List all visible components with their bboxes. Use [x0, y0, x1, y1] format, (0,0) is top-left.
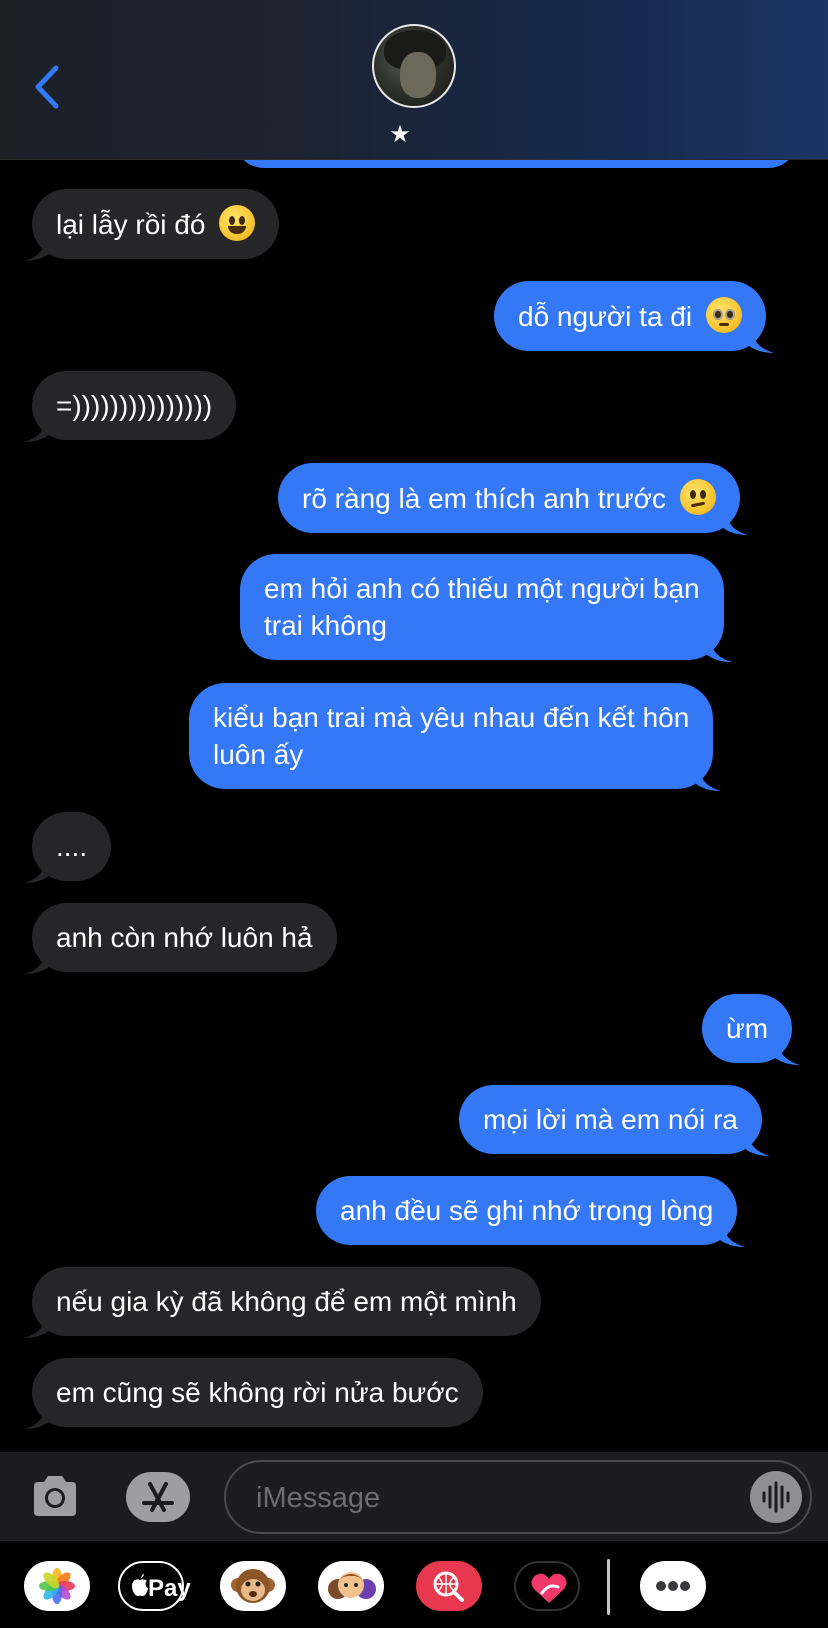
- photos-icon: [39, 1568, 75, 1604]
- avatar-face: [400, 52, 436, 98]
- more-apps-button[interactable]: [640, 1561, 706, 1611]
- bubble-tail: [24, 948, 54, 974]
- bubble-tail: [739, 1130, 770, 1156]
- message-text: mọi lời mà em nói ra: [483, 1104, 738, 1135]
- incoming-message-bubble[interactable]: =))))))))))))))): [24, 371, 237, 442]
- outgoing-message-bubble[interactable]: mọi lời mà em nói ra: [459, 1085, 770, 1156]
- conversation-header: ★: [0, 0, 828, 160]
- bubble-tail: [715, 1221, 746, 1247]
- outgoing-message-bubble[interactable]: anh đều sẽ ghi nhớ trong lòng: [316, 1176, 746, 1247]
- audio-waveform-icon: [762, 1481, 790, 1513]
- message-input[interactable]: iMessage: [224, 1460, 812, 1534]
- bubble-tail: [24, 1403, 54, 1429]
- bubble-tail: [717, 509, 748, 535]
- message-text-line: trai không: [264, 610, 387, 641]
- message-text-line: luôn ấy: [213, 739, 304, 770]
- contact-name[interactable]: ★: [389, 120, 411, 149]
- memoji-stickers-icon: [328, 1572, 376, 1599]
- message-text: ....: [56, 831, 88, 862]
- message-text-line: kiểu bạn trai mà yêu nhau đến kết hôn: [213, 702, 690, 733]
- bubble-tail: [24, 416, 54, 442]
- app-store-icon: [142, 1482, 174, 1512]
- outgoing-message-bubble[interactable]: em hỏi anh có thiếu một người bạn trai k…: [240, 554, 732, 662]
- app-store-button[interactable]: [126, 1472, 190, 1522]
- pleading-face-icon: [705, 297, 742, 333]
- bubble-tail: [770, 1039, 801, 1065]
- app-drawer: Pay: [0, 1540, 828, 1628]
- incoming-message-bubble[interactable]: nếu gia kỳ đã không để em một mình: [24, 1267, 541, 1338]
- grinning-face-icon: [219, 205, 256, 241]
- apple-pay-button[interactable]: Pay: [118, 1561, 191, 1611]
- camera-icon: [34, 1476, 76, 1516]
- digital-touch-heart-icon: [531, 1573, 567, 1603]
- app-drawer-divider: [607, 1559, 610, 1615]
- digital-touch-button[interactable]: [514, 1561, 580, 1611]
- apple-pay-label: Pay: [148, 1575, 191, 1602]
- camera-button[interactable]: [30, 1474, 80, 1518]
- images-search-button[interactable]: [416, 1561, 482, 1611]
- monkey-animoji-icon: [231, 1569, 275, 1603]
- bubble-tail: [701, 636, 732, 662]
- message-text: dỗ người ta đi: [518, 301, 693, 332]
- message-text: anh đều sẽ ghi nhớ trong lòng: [340, 1195, 714, 1226]
- message-text: ừm: [726, 1013, 769, 1044]
- contact-avatar[interactable]: [372, 24, 456, 108]
- message-text: anh còn nhớ luôn hả: [56, 922, 313, 953]
- outgoing-message-bubble[interactable]: rõ ràng là em thích anh trước: [278, 463, 748, 535]
- message-text-line: em hỏi anh có thiếu một người bạn: [264, 573, 700, 604]
- incoming-message-bubble[interactable]: lại lẫy rồi đó: [24, 189, 280, 261]
- bubble-tail: [743, 327, 774, 353]
- message-list[interactable]: lại lẫy rồi đó dỗ người ta đi =)))))))))…: [0, 0, 828, 1452]
- audio-message-button[interactable]: [750, 1471, 802, 1523]
- message-input-placeholder: iMessage: [256, 1482, 381, 1514]
- bubble-tail: [24, 1312, 54, 1338]
- images-search-icon: [433, 1571, 464, 1602]
- outgoing-message-bubble[interactable]: dỗ người ta đi: [494, 281, 774, 353]
- message-text: nếu gia kỳ đã không để em một mình: [56, 1286, 517, 1317]
- outgoing-message-bubble[interactable]: kiểu bạn trai mà yêu nhau đến kết hôn lu…: [189, 683, 722, 791]
- message-text: em cũng sẽ không rời nửa bước: [56, 1377, 459, 1408]
- photos-app-button[interactable]: [24, 1561, 90, 1611]
- incoming-message-bubble[interactable]: anh còn nhớ luôn hả: [24, 903, 337, 974]
- confused-face-icon: [679, 479, 716, 515]
- more-icon: [656, 1581, 690, 1591]
- apple-logo-icon: [132, 1574, 148, 1597]
- message-text: =))))))))))))))): [56, 390, 213, 421]
- bubble-tail: [691, 765, 722, 791]
- memoji-stickers-button[interactable]: [318, 1561, 384, 1611]
- chevron-left-icon: [35, 65, 59, 109]
- bubble-tail: [24, 235, 54, 261]
- message-text: lại lẫy rồi đó: [56, 209, 206, 240]
- message-text: rõ ràng là em thích anh trước: [302, 483, 666, 514]
- back-button[interactable]: [30, 62, 70, 112]
- bubble-tail: [24, 857, 54, 883]
- outgoing-message-bubble[interactable]: ừm: [702, 994, 801, 1065]
- incoming-message-bubble[interactable]: em cũng sẽ không rời nửa bước: [24, 1358, 483, 1429]
- compose-bar: iMessage: [0, 1452, 828, 1540]
- incoming-message-bubble[interactable]: ....: [24, 812, 112, 883]
- animoji-button[interactable]: [220, 1561, 286, 1611]
